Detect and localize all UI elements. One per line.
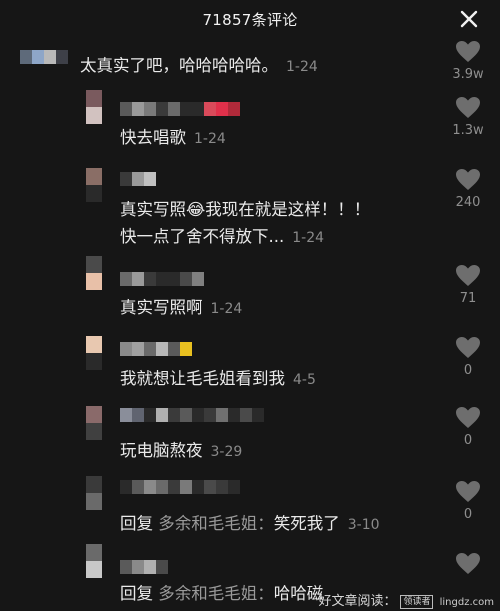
- comment-date: 1-24: [194, 131, 226, 147]
- comments-header: 71857条评论: [0, 0, 500, 38]
- watermark-badge: 领读者: [400, 594, 434, 609]
- like-button[interactable]: 0: [448, 480, 488, 522]
- comment-body: 快去唱歌: [120, 128, 186, 147]
- like-button[interactable]: 3.9w: [448, 40, 488, 82]
- blurred-username: [120, 560, 168, 574]
- blurred-username: [120, 480, 240, 494]
- blurred-user-info: [20, 50, 68, 64]
- heart-icon: [456, 337, 480, 358]
- close-button[interactable]: [458, 8, 480, 30]
- comment-body-part2: 我现在就是这样！！！: [205, 200, 371, 219]
- blurred-username: [120, 102, 240, 116]
- comment-text: 玩电脑熬夜 3-29: [120, 437, 242, 466]
- comment-text: 回复 多余和毛毛姐：笑死我了 3-10: [120, 510, 380, 539]
- comment-body: 太真实了吧，哈哈哈哈哈。: [80, 56, 278, 75]
- like-button[interactable]: 0: [448, 406, 488, 448]
- like-count: 3.9w: [452, 67, 484, 82]
- comment-body-part1: 真实写照: [120, 200, 186, 219]
- comment-body: 玩电脑熬夜: [120, 441, 203, 460]
- comment-body: 真实写照啊: [120, 298, 203, 317]
- reply-to-username[interactable]: 多余和毛毛姐：: [158, 514, 274, 533]
- like-count: 1.3w: [452, 123, 484, 138]
- comment-text: 快去唱歌 1-24: [120, 124, 226, 153]
- heart-icon: [456, 481, 480, 502]
- reply-prefix: 回复: [120, 514, 153, 533]
- comment-text: 太真实了吧，哈哈哈哈哈。 1-24: [80, 52, 318, 81]
- heart-icon: [456, 97, 480, 118]
- like-button[interactable]: 240: [448, 168, 488, 210]
- comment-body-line2: 快一点了舍不得放下...: [120, 227, 285, 246]
- comment-text: 我就想让毛毛姐看到我 4-5: [120, 365, 316, 394]
- heart-icon: [456, 553, 480, 574]
- comment-date: 1-24: [286, 59, 318, 75]
- heart-icon: [456, 265, 480, 286]
- comment-text-line2: 快一点了舍不得放下... 1-24: [120, 223, 324, 252]
- like-count: 0: [463, 363, 473, 378]
- close-icon: [460, 10, 478, 28]
- comment-body: 哈哈磁: [273, 584, 324, 603]
- blurred-username: [120, 408, 264, 422]
- like-button[interactable]: 71: [448, 264, 488, 306]
- like-button[interactable]: 0: [448, 336, 488, 378]
- watermark: 好文章阅读： 领读者 lingdz.com: [318, 590, 494, 609]
- avatar[interactable]: [86, 90, 102, 124]
- comment-text: 真实写照😂我现在就是这样！！！: [120, 196, 370, 223]
- like-count: 240: [455, 195, 481, 210]
- comment-date: 3-10: [347, 517, 380, 533]
- watermark-text: 好文章阅读：: [318, 594, 397, 609]
- heart-icon: [456, 169, 480, 190]
- comment-text: 真实写照啊 1-24: [120, 294, 242, 323]
- reply-prefix: 回复: [120, 584, 153, 603]
- laughing-emoji-icon: 😂: [186, 200, 206, 219]
- like-button[interactable]: [448, 552, 488, 576]
- comment-text: 回复 多余和毛毛姐：哈哈磁: [120, 580, 323, 607]
- comment-date: 3-29: [210, 444, 243, 460]
- heart-icon: [456, 407, 480, 428]
- avatar[interactable]: [86, 336, 102, 370]
- avatar[interactable]: [86, 544, 102, 578]
- like-count: 0: [463, 507, 473, 522]
- comment-date: 1-24: [292, 230, 325, 246]
- like-count: 0: [463, 433, 473, 448]
- watermark-site: lingdz.com: [439, 597, 494, 608]
- comments-count-title: 71857条评论: [202, 10, 298, 29]
- comment-date: 1-24: [210, 301, 243, 317]
- heart-icon: [456, 41, 480, 62]
- avatar[interactable]: [86, 406, 102, 440]
- avatar[interactable]: [86, 256, 102, 290]
- avatar[interactable]: [86, 476, 102, 510]
- blurred-username: [120, 172, 156, 186]
- like-button[interactable]: 1.3w: [448, 96, 488, 138]
- comment-body: 我就想让毛毛姐看到我: [120, 369, 285, 388]
- comment-body: 笑死我了: [273, 514, 340, 533]
- blurred-username: [120, 272, 204, 286]
- blurred-username: [120, 342, 192, 356]
- avatar[interactable]: [86, 168, 102, 202]
- comment-date: 4-5: [293, 372, 316, 388]
- reply-to-username[interactable]: 多余和毛毛姐：: [158, 584, 274, 603]
- like-count: 71: [459, 291, 477, 306]
